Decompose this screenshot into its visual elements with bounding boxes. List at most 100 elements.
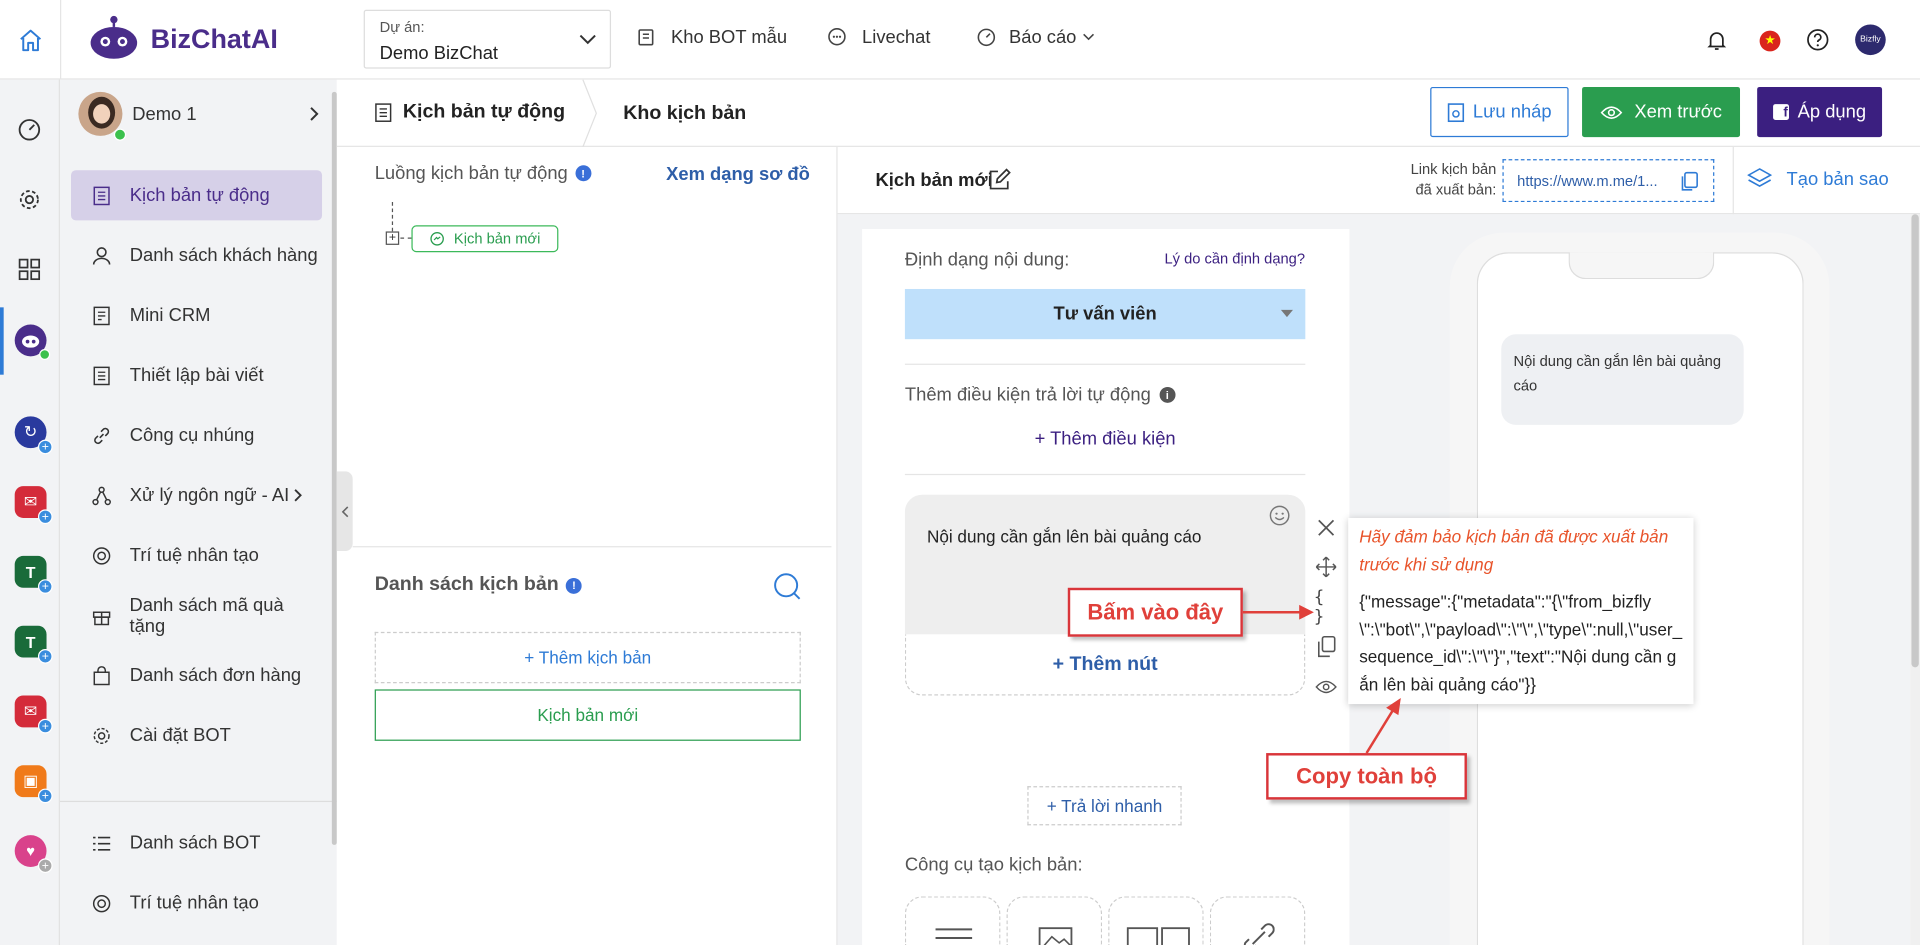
nav-reports[interactable]: Báo cáo — [976, 27, 1095, 48]
sidebar-item-bot-list[interactable]: Danh sách BOT — [71, 818, 322, 868]
tool-link[interactable] — [1209, 896, 1306, 945]
view-diagram-link[interactable]: Xem dạng sơ đồ — [666, 164, 810, 185]
sidebar-item-nlp-ai[interactable]: Xử lý ngôn ngữ - AI — [71, 470, 322, 520]
t-app-icon-2[interactable]: T + — [14, 625, 53, 664]
add-condition-button[interactable]: + Thêm điều kiện — [905, 429, 1305, 450]
collapse-sidebar-button[interactable] — [336, 471, 353, 552]
json-code-icon[interactable]: { } — [1314, 588, 1338, 627]
json-code-text[interactable]: {"message":{"metadata":"{\"from_bizfly\"… — [1359, 588, 1682, 698]
sidebar-item-customers[interactable]: Danh sách khách hàng — [71, 230, 322, 280]
save-icon — [1447, 102, 1464, 122]
published-link-field[interactable]: https://www.m.me/1... — [1502, 159, 1715, 203]
heart-app-icon[interactable]: ♥ + — [14, 835, 53, 874]
openai-icon — [89, 543, 113, 567]
mail-app-icon[interactable]: ✉ + — [14, 486, 53, 525]
format-select[interactable]: Tư vấn viên — [904, 288, 1306, 340]
move-icon[interactable] — [1314, 555, 1338, 579]
chevron-down-icon — [579, 33, 596, 45]
close-icon[interactable] — [1314, 516, 1338, 540]
gift-icon — [89, 603, 113, 627]
receipt-icon — [89, 303, 113, 327]
quick-reply-button[interactable]: + Trả lời nhanh — [1027, 786, 1182, 826]
edit-icon[interactable] — [987, 168, 1011, 192]
sidebar-scrollbar[interactable] — [331, 91, 337, 845]
chevron-right-icon — [294, 489, 302, 502]
mail-app-icon-2[interactable]: ✉ + — [14, 695, 53, 734]
bell-icon[interactable] — [1707, 29, 1727, 51]
flow-title-text: Luồng kịch bản tự động — [374, 162, 568, 184]
sidebar-item-bot-settings[interactable]: Cài đặt BOT — [71, 710, 322, 760]
preview-button[interactable]: Xem trước — [1582, 86, 1741, 138]
template-icon — [638, 28, 654, 45]
sidebar-item-auto-scenario[interactable]: Kịch bản tự động — [71, 170, 323, 221]
save-draft-label: Lưu nháp — [1472, 101, 1552, 123]
save-draft-button[interactable]: Lưu nháp — [1430, 86, 1569, 138]
info-icon[interactable]: ! — [575, 165, 592, 182]
nav-bot-templates[interactable]: Kho BOT mẫu — [637, 27, 787, 48]
eye-icon[interactable] — [1314, 675, 1338, 699]
subheader: Kịch bản tự động Kho kịch bản Lưu nháp X… — [336, 79, 1920, 147]
settings-icon[interactable] — [17, 187, 41, 211]
editor-scrollbar[interactable] — [1910, 214, 1920, 945]
tool-gallery[interactable] — [1108, 896, 1204, 945]
user-avatar[interactable]: Bizfly — [1855, 24, 1886, 56]
add-button-button[interactable]: + Thêm nút — [904, 634, 1306, 696]
preview-label: Xem trước — [1634, 101, 1722, 123]
sidebar-item-embed-tools[interactable]: Công cụ nhúng — [71, 410, 322, 460]
sidebar-item-gift-codes[interactable]: Danh sách mã quà tặng — [71, 590, 322, 640]
sidebar-item-post-setup[interactable]: Thiết lập bài viết — [71, 350, 322, 400]
apply-button[interactable]: f Áp dụng — [1757, 86, 1883, 138]
t-app-icon[interactable]: T + — [14, 555, 53, 594]
callout-arrow-right-icon — [1242, 604, 1314, 620]
help-icon[interactable] — [1806, 28, 1829, 51]
info-icon[interactable]: ! — [566, 577, 582, 594]
chevron-right-icon[interactable] — [310, 107, 320, 122]
scenario-item[interactable]: Kịch bản mới — [374, 689, 801, 741]
add-scenario-button[interactable]: + Thêm kịch bản — [374, 631, 801, 684]
brand-name: BizChatAI — [150, 23, 278, 54]
eye-icon — [1600, 105, 1622, 119]
sidebar-item-ai-bottom[interactable]: Trí tuệ nhân tạo — [71, 878, 322, 928]
sidebar-item-label: Mini CRM — [129, 304, 211, 326]
post-icon — [89, 363, 113, 387]
emoji-icon[interactable] — [1269, 504, 1291, 526]
duplicate-icon[interactable] — [1314, 634, 1338, 658]
sidebar-item-orders[interactable]: Danh sách đơn hàng — [71, 650, 322, 700]
vietnam-flag-icon[interactable]: ★ — [1759, 30, 1781, 52]
bizchat-app-icon[interactable] — [14, 324, 51, 361]
editor-title: Kịch bản mới — [875, 170, 993, 192]
list-icon — [89, 831, 113, 855]
grid-icon[interactable] — [18, 258, 41, 281]
sidebar-item-mini-crm[interactable]: Mini CRM — [71, 290, 322, 340]
chat-icon — [828, 27, 846, 46]
clone-button[interactable]: Tạo bản sao — [1747, 168, 1889, 190]
format-why-link[interactable]: Lý do cần định dạng? — [1164, 250, 1305, 267]
editor-header: Kịch bản mới Link kịch bản đã xuất bản: h… — [837, 146, 1920, 215]
gauge-icon — [977, 28, 996, 47]
scenario-list-title-text: Danh sách kịch bản — [374, 574, 559, 596]
sidebar-item-label: Xử lý ngôn ngữ - AI — [129, 484, 290, 506]
sidebar-item-label: Trí tuệ nhân tạo — [129, 544, 259, 566]
nav-livechat[interactable]: Livechat — [827, 27, 930, 48]
tool-text[interactable] — [904, 896, 1001, 945]
condition-label: Thêm điều kiện trả lời tự động i — [905, 384, 1176, 405]
project-select[interactable]: Dự án: Demo BizChat — [363, 9, 612, 69]
click-here-callout: Bấm vào đây — [1067, 587, 1243, 637]
tool-image[interactable] — [1006, 896, 1103, 945]
sync-app-icon[interactable]: ↻ + — [14, 416, 53, 455]
search-icon[interactable] — [773, 572, 802, 601]
sidebar-item-ai[interactable]: Trí tuệ nhân tạo — [71, 530, 322, 580]
home-icon[interactable] — [0, 0, 60, 80]
breadcrumb-auto-scenario[interactable]: Kịch bản tự động — [403, 102, 565, 124]
project-value: Demo BizChat — [379, 42, 499, 64]
flow-node-new-scenario[interactable]: Kịch bản mới — [411, 225, 559, 253]
breadcrumb-scenario-store[interactable]: Kho kịch bản — [623, 103, 746, 125]
dashboard-icon[interactable] — [17, 118, 41, 142]
shop-app-icon[interactable]: ▣ + — [14, 765, 53, 804]
info-icon[interactable]: i — [1159, 386, 1176, 403]
account-name: Demo 1 — [132, 104, 197, 125]
published-link-label: Link kịch bản đã xuất bản: — [1352, 159, 1497, 201]
top-bar: BizChatAI Dự án: Demo BizChat Kho BOT mẫ… — [0, 0, 1920, 80]
expand-node-button[interactable]: + — [385, 231, 400, 245]
json-popup: Hãy đảm bảo kịch bản đã được xuất bản tr… — [1348, 517, 1694, 705]
